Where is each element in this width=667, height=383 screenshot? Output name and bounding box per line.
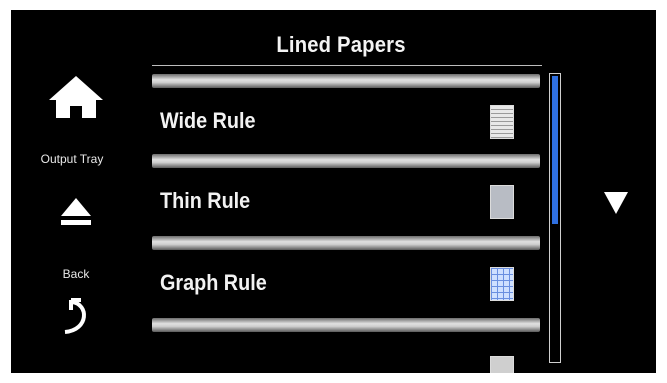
page-title: Lined Papers	[276, 32, 406, 57]
eject-icon	[61, 198, 91, 225]
scroll-down-button[interactable]	[601, 188, 631, 218]
output-tray-button[interactable]	[51, 192, 101, 232]
back-arrow-icon	[64, 298, 86, 334]
output-tray-label: Output Tray	[40, 152, 104, 166]
paper-type-list: Wide Rule Thin Rule Graph Rule	[152, 70, 540, 373]
wide-rule-paper-icon	[490, 105, 514, 139]
list-item-graph-rule[interactable]: Graph Rule	[152, 250, 540, 314]
list-scrollbar[interactable]	[549, 73, 561, 363]
scroll-down-arrow-icon	[604, 192, 628, 214]
printer-screen: Lined Papers Output Tray Back Wide Rule …	[11, 10, 656, 373]
scroll-thumb[interactable]	[552, 76, 558, 224]
graph-rule-paper-icon	[490, 267, 514, 301]
back-button[interactable]	[51, 290, 101, 340]
back-label: Back	[62, 267, 90, 281]
home-button[interactable]	[41, 72, 111, 122]
home-icon	[49, 76, 103, 118]
thin-rule-paper-icon	[490, 185, 514, 219]
partial-paper-icon	[490, 356, 514, 373]
list-item-label: Thin Rule	[160, 188, 251, 213]
list-divider	[152, 236, 540, 250]
list-divider	[152, 154, 540, 168]
list-item-thin-rule[interactable]: Thin Rule	[152, 168, 540, 232]
list-item-wide-rule[interactable]: Wide Rule	[152, 88, 540, 152]
title-underline	[152, 65, 542, 66]
list-item-label: Wide Rule	[160, 108, 256, 133]
list-divider	[152, 74, 540, 88]
list-item-label: Graph Rule	[160, 270, 267, 295]
list-divider	[152, 318, 540, 332]
list-item-partial[interactable]	[152, 332, 540, 373]
